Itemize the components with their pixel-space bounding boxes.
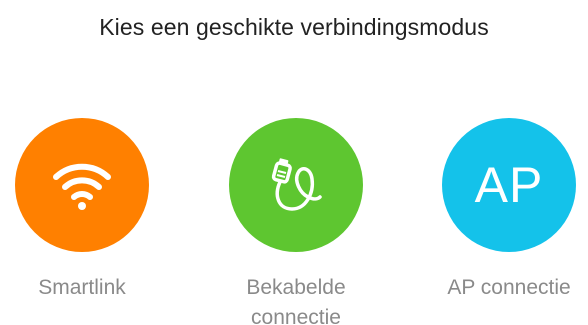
ap-label: AP connectie [447,276,571,299]
wired-button[interactable] [229,118,363,252]
smartlink-button[interactable] [15,118,149,252]
wired-label-line1: Bekabelde [246,276,346,299]
wifi-icon [53,163,111,210]
mode-smartlink[interactable]: Smartlink [12,118,152,303]
mode-wired[interactable]: Bekabelde connectie [226,118,366,325]
wired-label-line2: connectie [251,306,341,325]
smartlink-label: Smartlink [38,276,126,299]
connection-mode-screen: Kies een geschikte verbindingsmodus Smar… [0,0,588,325]
ap-icon: AP [474,157,544,213]
wired-label: Bekabelde connectie [226,273,366,325]
page-title: Kies een geschikte verbindingsmodus [99,14,489,40]
cable-icon [271,158,322,211]
ap-button[interactable]: AP [442,118,576,252]
mode-ap[interactable]: AP AP connectie [439,118,579,303]
